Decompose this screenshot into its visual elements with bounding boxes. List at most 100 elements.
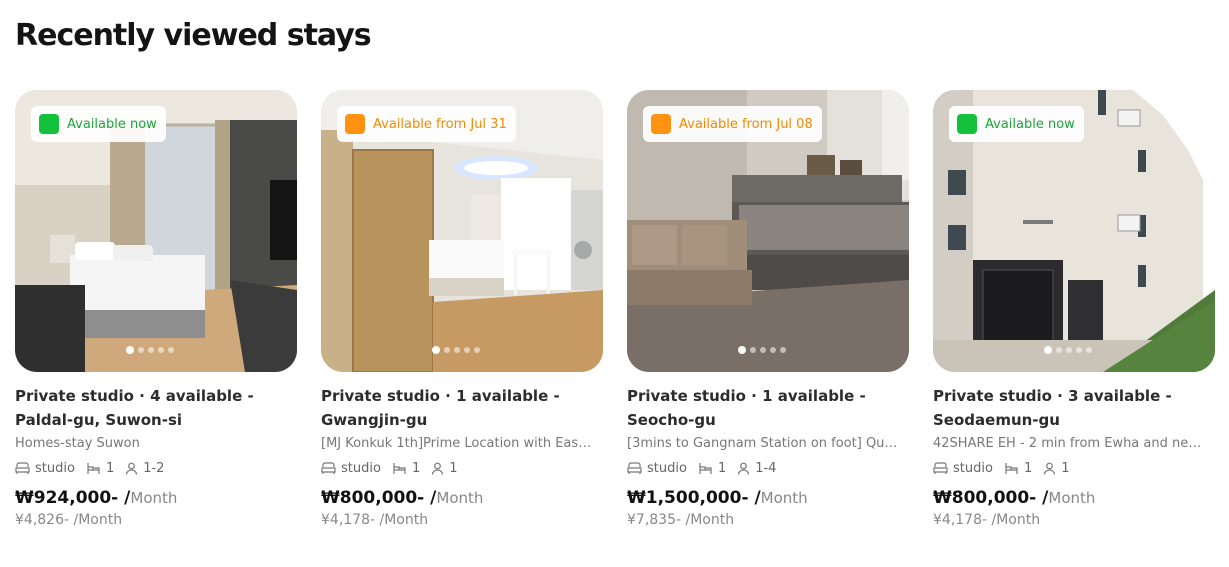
availability-text: Available now xyxy=(67,116,157,132)
bed-icon xyxy=(699,462,712,474)
person-icon xyxy=(432,462,444,475)
bed-count: 1 xyxy=(86,461,114,476)
price-unit: Month xyxy=(1048,489,1096,507)
listing-title[interactable]: Private studio · 1 available - Seocho-gu xyxy=(627,384,909,432)
status-dot-icon xyxy=(651,114,671,134)
alt-price: ¥4,178- /Month xyxy=(321,512,429,528)
listing-subtitle: 42SHARE EH - 2 min from Ewha and near Si… xyxy=(933,436,1205,451)
listing-card[interactable]: Available now Private studio · 4 availab… xyxy=(15,90,297,528)
availability-badge: Available now xyxy=(949,106,1084,142)
bed-count: 1 xyxy=(698,461,726,476)
listing-card[interactable]: Available now Private studio · 3 availab… xyxy=(933,90,1215,528)
sofa-icon xyxy=(933,461,948,474)
availability-badge: Available from Jul 08 xyxy=(643,106,822,142)
person-icon xyxy=(126,462,138,475)
photo-pagination[interactable] xyxy=(1044,346,1092,354)
alt-price: ¥7,835- /Month xyxy=(627,512,735,528)
sofa-icon xyxy=(321,461,336,474)
listing-title[interactable]: Private studio · 3 available - Seodaemun… xyxy=(933,384,1215,432)
listing-photo[interactable]: Available from Jul 31 xyxy=(321,90,603,372)
listing-features: studio 1 1-2 xyxy=(15,458,297,478)
listing-photo[interactable]: Available now xyxy=(15,90,297,372)
guest-count: 1-2 xyxy=(125,461,164,476)
availability-text: Available from Jul 31 xyxy=(373,116,507,132)
pagination-dot[interactable] xyxy=(126,346,134,354)
listing-title[interactable]: Private studio · 1 available - Gwangjin-… xyxy=(321,384,603,432)
price: ₩800,000- /Month xyxy=(321,486,603,510)
pagination-dot[interactable] xyxy=(1066,347,1072,353)
pagination-dot[interactable] xyxy=(138,347,144,353)
alt-price: ¥4,826- /Month xyxy=(15,512,123,528)
bed-icon xyxy=(87,462,100,474)
pagination-dot[interactable] xyxy=(444,347,450,353)
pagination-dot[interactable] xyxy=(148,347,154,353)
pagination-dot[interactable] xyxy=(1056,347,1062,353)
pagination-dot[interactable] xyxy=(750,347,756,353)
guest-count-label: 1 xyxy=(1061,460,1070,476)
price-unit: Month xyxy=(760,489,808,507)
listing-features: studio 1 1 xyxy=(321,458,603,478)
bed-count-label: 1 xyxy=(717,460,727,476)
pagination-dot[interactable] xyxy=(168,347,174,353)
pagination-dot[interactable] xyxy=(770,347,776,353)
pagination-dot[interactable] xyxy=(1086,347,1092,353)
pagination-dot[interactable] xyxy=(432,346,440,354)
price-amount: ₩800,000- / xyxy=(321,488,437,508)
bed-icon xyxy=(1005,462,1018,474)
listing-features: studio 1 1-4 xyxy=(627,458,909,478)
price: ₩924,000- /Month xyxy=(15,486,297,510)
listing-subtitle: [MJ Konkuk 1th]Prime Location with Easy … xyxy=(321,436,593,451)
pagination-dot[interactable] xyxy=(738,346,746,354)
pagination-dot[interactable] xyxy=(1076,347,1082,353)
room-type-label: studio xyxy=(953,460,993,476)
bed-count: 1 xyxy=(1004,461,1032,476)
price-amount: ₩1,500,000- / xyxy=(627,488,761,508)
availability-badge: Available from Jul 31 xyxy=(337,106,516,142)
listing-photo[interactable]: Available from Jul 08 xyxy=(627,90,909,372)
photo-pagination[interactable] xyxy=(126,346,174,354)
bed-count-label: 1 xyxy=(1023,460,1033,476)
guest-count-label: 1-2 xyxy=(143,460,165,476)
bed-count-label: 1 xyxy=(411,460,421,476)
listing-carousel[interactable]: Available now Private studio · 4 availab… xyxy=(15,90,1229,560)
photo-pagination[interactable] xyxy=(738,346,786,354)
room-type: studio xyxy=(933,461,993,476)
price-amount: ₩800,000- / xyxy=(933,488,1049,508)
status-dot-icon xyxy=(957,114,977,134)
sofa-icon xyxy=(627,461,642,474)
listing-subtitle: [3mins to Gangnam Station on foot] Quiet… xyxy=(627,436,899,451)
sofa-icon xyxy=(15,461,30,474)
listing-card[interactable]: Available from Jul 31 Private studio · 1… xyxy=(321,90,603,528)
guest-count-label: 1-4 xyxy=(755,460,777,476)
listing-features: studio 1 1 xyxy=(933,458,1215,478)
pagination-dot[interactable] xyxy=(454,347,460,353)
guest-count-label: 1 xyxy=(449,460,458,476)
guest-count: 1 xyxy=(431,460,458,476)
price: ₩1,500,000- /Month xyxy=(627,486,909,510)
person-icon xyxy=(1044,462,1056,475)
guest-count: 1-4 xyxy=(737,461,776,476)
pagination-dot[interactable] xyxy=(464,347,470,353)
pagination-dot[interactable] xyxy=(780,347,786,353)
room-type-label: studio xyxy=(35,460,75,476)
listing-photo[interactable]: Available now xyxy=(933,90,1215,372)
status-dot-icon xyxy=(39,114,59,134)
room-type-label: studio xyxy=(341,460,381,476)
listing-card[interactable]: Available from Jul 08 Private studio · 1… xyxy=(627,90,909,528)
pagination-dot[interactable] xyxy=(760,347,766,353)
price-amount: ₩924,000- / xyxy=(15,488,131,508)
photo-pagination[interactable] xyxy=(432,346,480,354)
pagination-dot[interactable] xyxy=(158,347,164,353)
pagination-dot[interactable] xyxy=(474,347,480,353)
price: ₩800,000- /Month xyxy=(933,486,1215,510)
bed-count: 1 xyxy=(392,461,420,476)
room-type: studio xyxy=(321,461,381,476)
room-type: studio xyxy=(627,461,687,476)
listing-title[interactable]: Private studio · 4 available - Paldal-gu… xyxy=(15,384,297,432)
availability-text: Available now xyxy=(985,116,1075,132)
bed-icon xyxy=(393,462,406,474)
availability-text: Available from Jul 08 xyxy=(679,116,813,132)
section-title: Recently viewed stays xyxy=(15,18,372,53)
price-unit: Month xyxy=(130,489,178,507)
pagination-dot[interactable] xyxy=(1044,346,1052,354)
